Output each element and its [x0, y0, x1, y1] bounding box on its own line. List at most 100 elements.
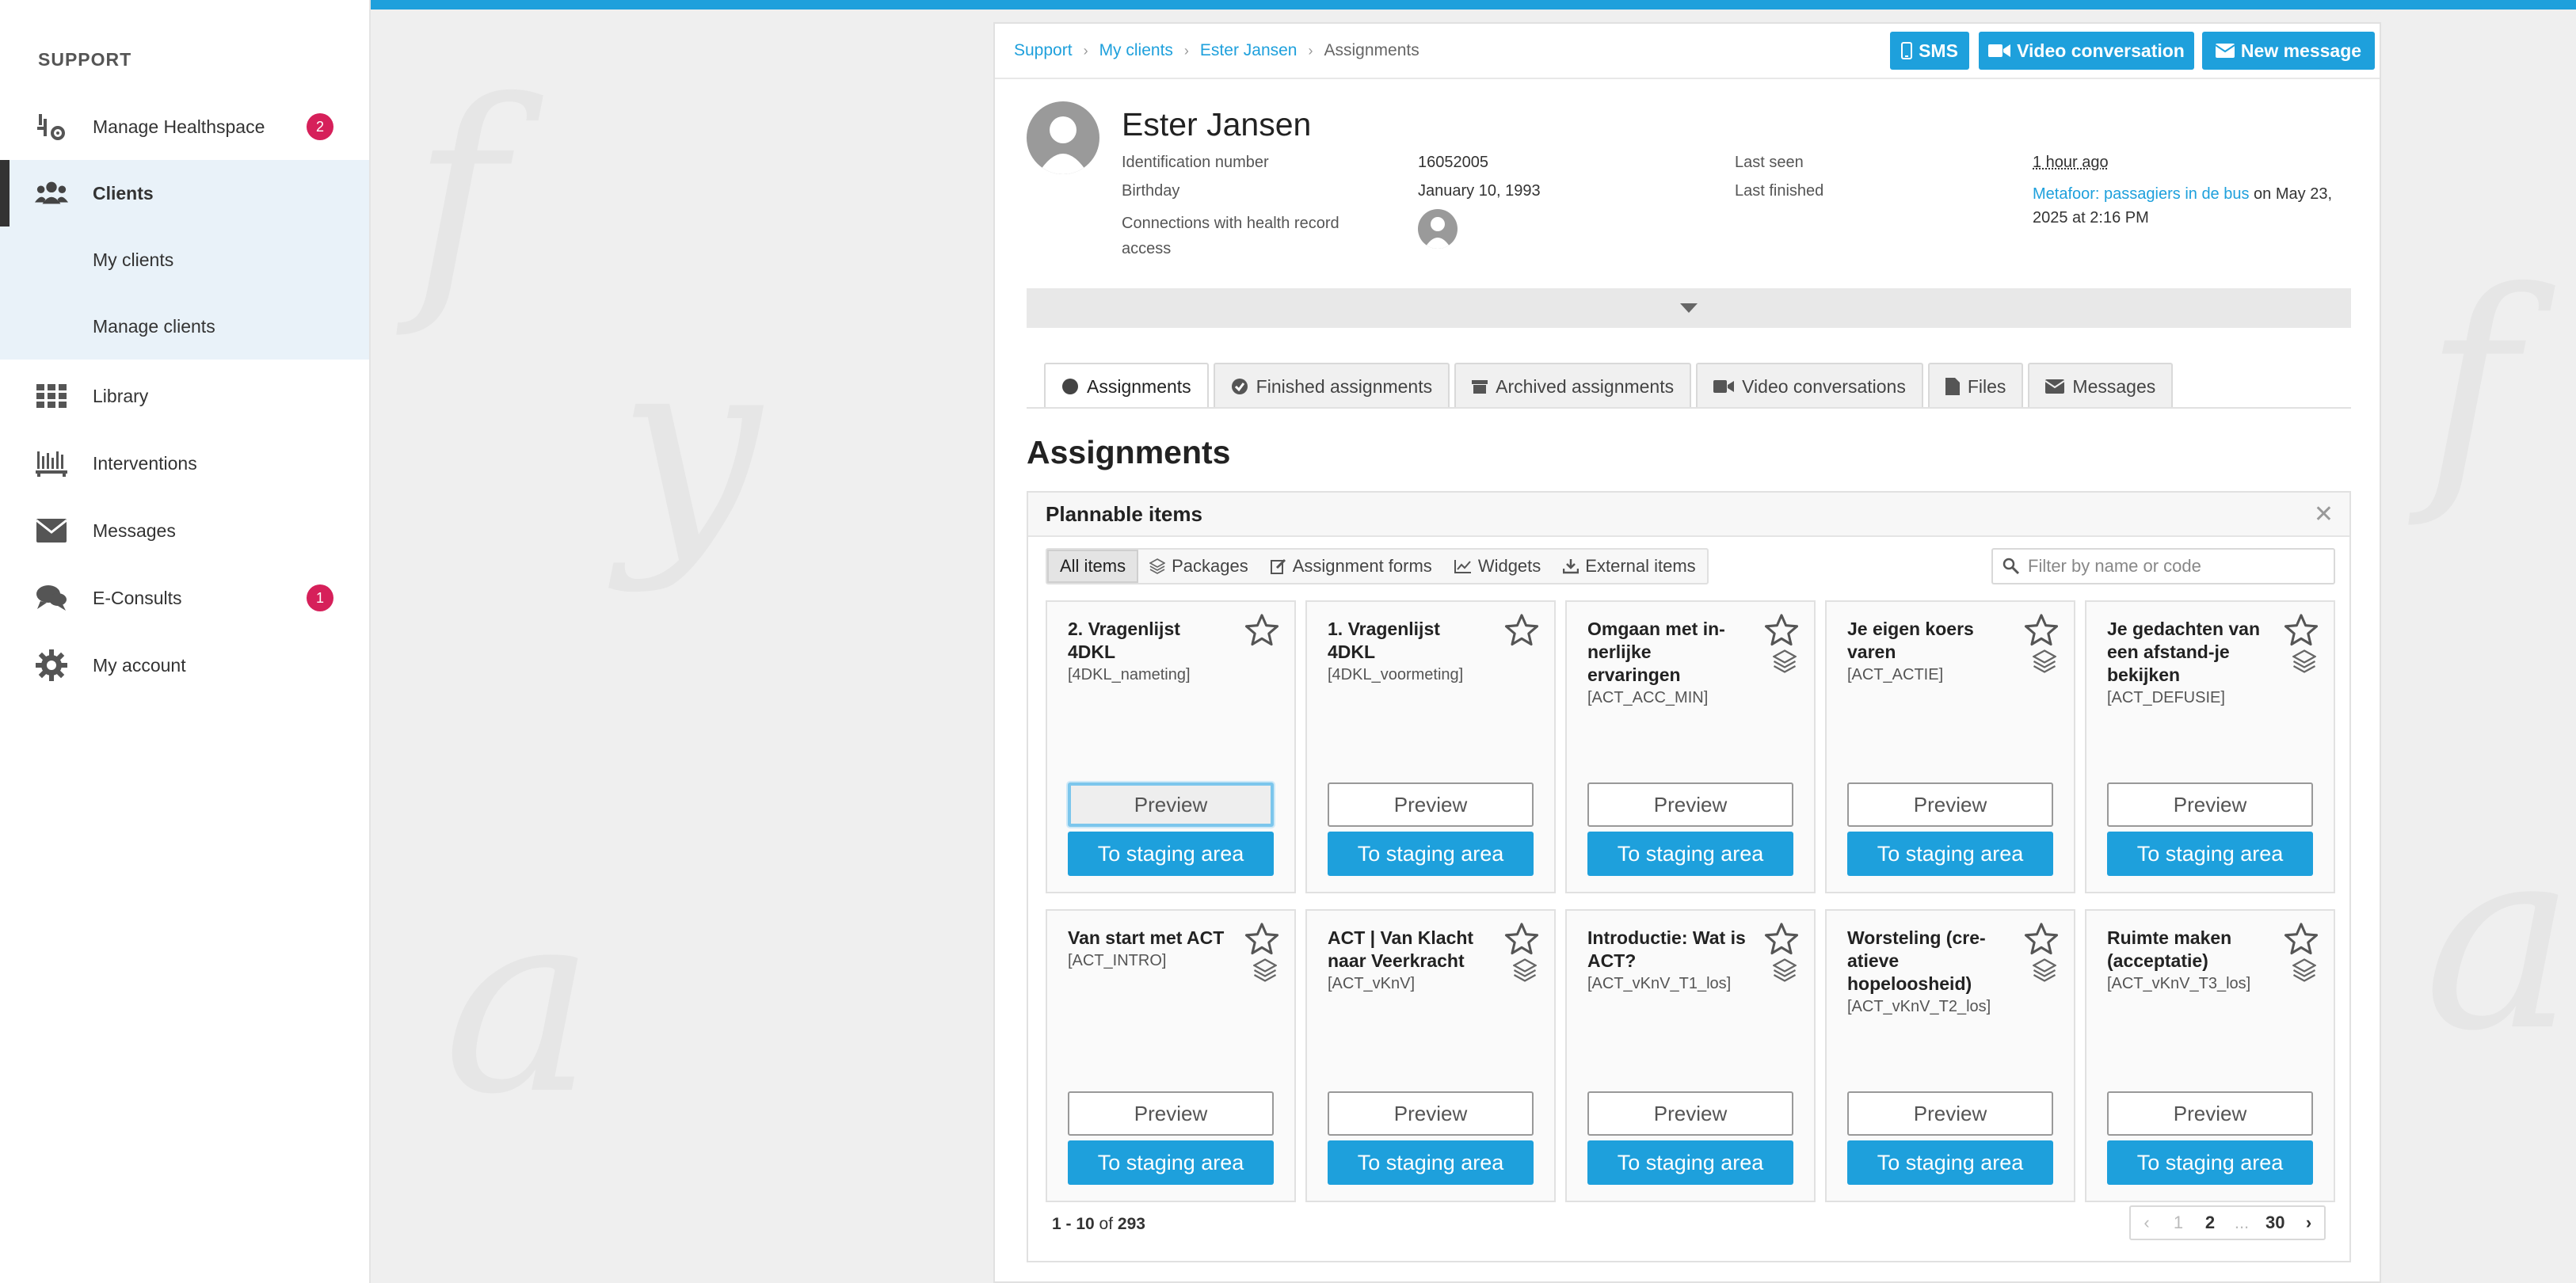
- layers-icon: [2032, 958, 2057, 986]
- sidebar-item-library[interactable]: Library: [0, 363, 369, 429]
- sidebar-item-e-consults[interactable]: E-Consults 1: [0, 565, 369, 631]
- star-icon[interactable]: [1763, 922, 1800, 961]
- item-card-title: Je eigen koers varen [ACT_ACTIE]: [1847, 618, 2006, 687]
- filter-assignment-forms[interactable]: Assignment forms: [1259, 550, 1443, 583]
- layers-icon: [1252, 958, 1278, 986]
- page-button[interactable]: 1: [2163, 1207, 2194, 1239]
- to-staging-area-button[interactable]: To staging area: [2107, 832, 2313, 876]
- item-code: [ACT_vKnV_T2_los]: [1847, 998, 1991, 1015]
- item-card-title: ACT | Van Klacht naar Veerkracht [ACT_vKn…: [1328, 927, 1486, 996]
- preview-button[interactable]: Preview: [1847, 782, 2053, 827]
- star-icon[interactable]: [1763, 613, 1800, 652]
- close-icon[interactable]: ✕: [2314, 501, 2334, 528]
- sidebar-item-manage-healthspace[interactable]: Manage Healthspace 2: [0, 93, 369, 160]
- sidebar: SUPPORT Manage Healthspace 2 Clients My …: [0, 0, 371, 1283]
- star-icon[interactable]: [1244, 922, 1280, 961]
- to-staging-area-button[interactable]: To staging area: [1068, 1140, 1274, 1185]
- to-staging-area-button[interactable]: To staging area: [1328, 832, 1534, 876]
- item-card: Van start met ACT [ACT_INTRO] Preview To st…: [1046, 909, 1296, 1202]
- filter-search-input[interactable]: [2028, 556, 2329, 577]
- pagination: ‹ 1 2 ... 30 ›: [2129, 1205, 2326, 1240]
- page-button[interactable]: 2: [2194, 1207, 2226, 1239]
- tab-messages[interactable]: Messages: [2028, 363, 2174, 409]
- id-label: Identification number: [1122, 154, 1269, 171]
- tab-label: Video conversations: [1742, 375, 1906, 397]
- breadcrumb-link-my-clients[interactable]: My clients: [1099, 41, 1173, 60]
- star-icon[interactable]: [1503, 613, 1540, 652]
- breadcrumb-link-client[interactable]: Ester Jansen: [1200, 41, 1298, 60]
- notification-badge: 2: [307, 113, 333, 140]
- star-icon[interactable]: [2283, 613, 2319, 652]
- sidebar-item-label: My clients: [93, 249, 174, 270]
- next-page-icon[interactable]: ›: [2292, 1207, 2324, 1239]
- preview-button[interactable]: Preview: [1587, 1091, 1793, 1136]
- sidebar-item-my-account[interactable]: My account: [0, 632, 369, 699]
- item-title: Introductie: Wat is ACT?: [1587, 927, 1746, 971]
- layers-icon: [1512, 958, 1538, 986]
- star-icon[interactable]: [2283, 922, 2319, 961]
- tab-files[interactable]: Files: [1927, 363, 2024, 409]
- to-staging-area-button[interactable]: To staging area: [1847, 1140, 2053, 1185]
- background-watermark: a: [444, 855, 595, 1150]
- filter-widgets[interactable]: Widgets: [1443, 550, 1552, 583]
- to-staging-area-button[interactable]: To staging area: [1847, 832, 2053, 876]
- preview-button[interactable]: Preview: [1068, 782, 1274, 827]
- item-card: 2. Vragenlijst 4DKL [4DKL_nameting] Previe…: [1046, 600, 1296, 893]
- star-icon[interactable]: [2023, 922, 2060, 961]
- breadcrumb-link-support[interactable]: Support: [1014, 41, 1073, 60]
- preview-button[interactable]: Preview: [1068, 1091, 1274, 1136]
- last-finished-link[interactable]: Metafoor: passagiers in de bus: [2033, 185, 2250, 203]
- tab-video-conversations[interactable]: Video conversations: [1696, 363, 1923, 409]
- filter-packages[interactable]: Packages: [1138, 550, 1259, 583]
- breadcrumb-current: Assignments: [1324, 41, 1419, 59]
- to-staging-area-button[interactable]: To staging area: [2107, 1140, 2313, 1185]
- sidebar-item-messages[interactable]: Messages: [0, 497, 369, 564]
- item-card-title: Van start met ACT [ACT_INTRO]: [1068, 927, 1226, 973]
- previous-page-icon[interactable]: ‹: [2131, 1207, 2163, 1239]
- star-icon[interactable]: [1244, 613, 1280, 652]
- star-icon[interactable]: [2023, 613, 2060, 652]
- filter-all-items[interactable]: All items: [1047, 550, 1139, 583]
- sidebar-item-clients[interactable]: Clients: [0, 160, 369, 227]
- preview-button[interactable]: Preview: [2107, 1091, 2313, 1136]
- chevron-right-icon: ›: [1183, 42, 1189, 59]
- item-card-title: Omgaan met in-nerlijke ervaringen [ACT_AC…: [1587, 618, 1746, 710]
- new-message-button[interactable]: New message: [2202, 32, 2375, 70]
- to-staging-area-button[interactable]: To staging area: [1587, 1140, 1793, 1185]
- new-message-label: New message: [2240, 40, 2362, 61]
- top-accent-bar: [371, 0, 2576, 10]
- tab-bar: Assignments Finished assignments Archive…: [1044, 363, 2174, 409]
- item-title: Je gedachten van een afstand-je bekijken: [2107, 619, 2261, 685]
- birthday-label: Birthday: [1122, 182, 1180, 200]
- video-conversation-button[interactable]: Video conversation: [1979, 32, 2194, 70]
- sms-button[interactable]: SMS: [1890, 32, 1969, 70]
- filter-external-items[interactable]: External items: [1552, 550, 1706, 583]
- expand-details-bar[interactable]: [1027, 288, 2351, 328]
- tab-assignments[interactable]: Assignments: [1044, 363, 1209, 409]
- preview-button[interactable]: Preview: [1328, 1091, 1534, 1136]
- item-code: [ACT_INTRO]: [1068, 952, 1167, 969]
- item-card-title: 1. Vragenlijst 4DKL [4DKL_voormeting]: [1328, 618, 1486, 687]
- tab-finished-assignments[interactable]: Finished assignments: [1213, 363, 1450, 409]
- item-title: Ruimte maken (acceptatie): [2107, 927, 2232, 971]
- item-card: Omgaan met in-nerlijke ervaringen [ACT_AC…: [1565, 600, 1816, 893]
- filter-label: Packages: [1172, 556, 1248, 576]
- to-staging-area-button[interactable]: To staging area: [1328, 1140, 1534, 1185]
- sidebar-item-label: Clients: [93, 182, 154, 204]
- divider: [995, 78, 2380, 79]
- sidebar-item-interventions[interactable]: Interventions: [0, 430, 369, 497]
- star-icon[interactable]: [1503, 922, 1540, 961]
- sidebar-item-my-clients[interactable]: My clients: [0, 227, 369, 293]
- preview-button[interactable]: Preview: [1847, 1091, 2053, 1136]
- to-staging-area-button[interactable]: To staging area: [1587, 832, 1793, 876]
- page-button[interactable]: 30: [2258, 1207, 2292, 1239]
- sidebar-item-manage-clients[interactable]: Manage clients: [0, 293, 369, 360]
- to-staging-area-button[interactable]: To staging area: [1068, 832, 1274, 876]
- preview-button[interactable]: Preview: [1587, 782, 1793, 827]
- tab-archived-assignments[interactable]: Archived assignments: [1454, 363, 1692, 409]
- item-title: 2. Vragenlijst 4DKL: [1068, 619, 1180, 662]
- preview-button[interactable]: Preview: [1328, 782, 1534, 827]
- preview-button[interactable]: Preview: [2107, 782, 2313, 827]
- form-icon: [1270, 558, 1286, 574]
- connection-avatar[interactable]: [1418, 209, 1458, 249]
